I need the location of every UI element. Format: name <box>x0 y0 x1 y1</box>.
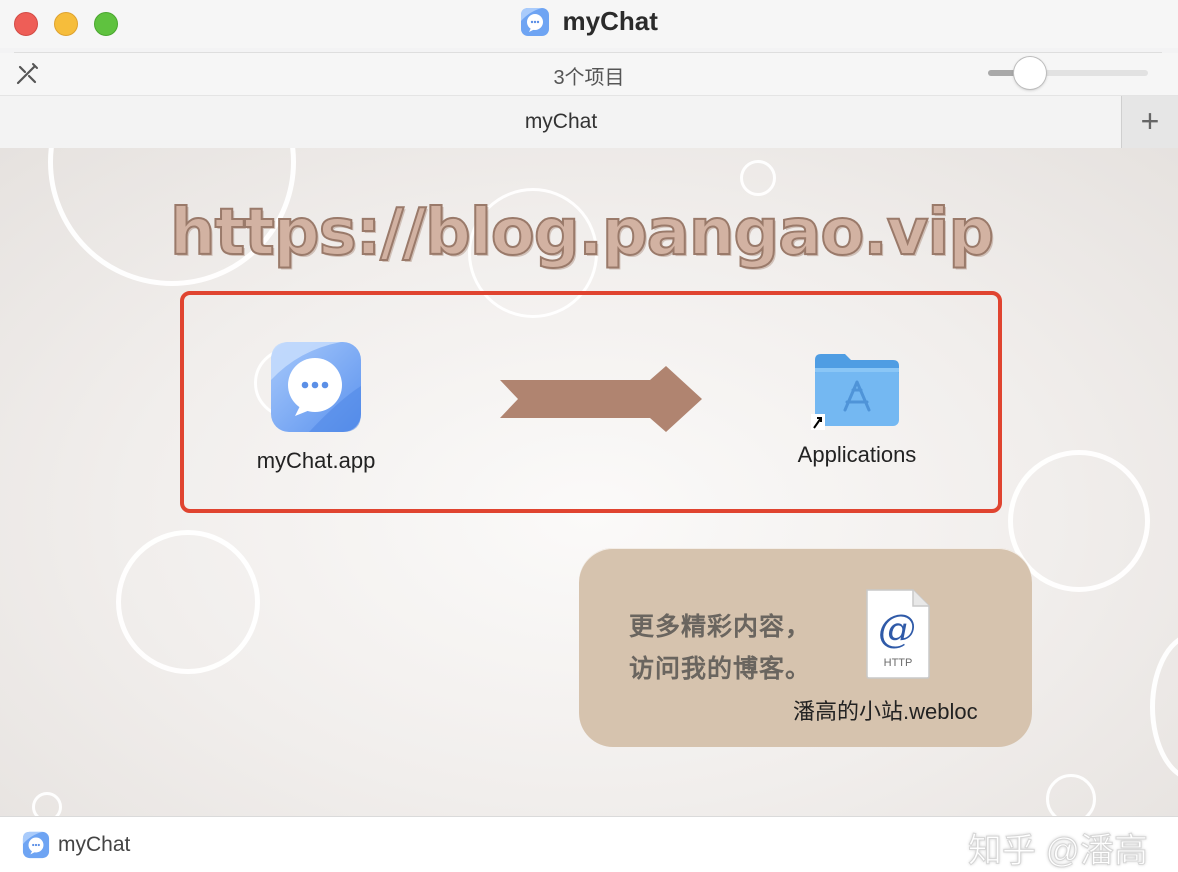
zhihu-watermark: 知乎 @潘高 <box>968 832 1149 871</box>
decor-circle <box>1046 774 1096 816</box>
blog-promo-panel: 更多精彩内容， 访问我的博客。 @ HTTP 潘高的小站.webloc <box>579 548 1032 747</box>
webloc-file-label[interactable]: 潘高的小站.webloc <box>793 694 978 726</box>
mychat-app-item[interactable]: myChat.app <box>236 340 396 474</box>
window-title: myChat <box>562 6 658 36</box>
slider-knob[interactable] <box>1013 57 1046 89</box>
decor-circle <box>32 792 62 816</box>
blog-url-watermark: https://blog.pangao.vip <box>169 195 995 271</box>
decor-circle <box>116 530 260 674</box>
tab-mychat[interactable]: myChat <box>0 96 1122 148</box>
decor-circle <box>1150 632 1178 782</box>
window-title-group: myChat <box>0 6 1178 40</box>
applications-alias-item[interactable]: Applications <box>776 346 938 468</box>
toolbar: 3个项目 <box>0 53 1178 95</box>
mychat-app-icon <box>271 342 361 432</box>
title-bar[interactable]: myChat <box>0 0 1178 48</box>
new-tab-button[interactable]: + <box>1121 96 1178 148</box>
finder-window: myChat 3个项目 myChat + https://blog.pangao… <box>0 0 1178 872</box>
path-bar-label[interactable]: myChat <box>58 833 130 857</box>
promo-text: 更多精彩内容， 访问我的博客。 <box>629 606 811 690</box>
webloc-at-symbol: @ <box>878 607 916 651</box>
mychat-app-label: myChat.app <box>256 448 376 473</box>
promo-line-1: 更多精彩内容， <box>629 613 812 641</box>
icon-size-slider[interactable] <box>986 53 1150 93</box>
webloc-http-caption: HTTP <box>884 657 913 669</box>
promo-line-2: 访问我的博客。 <box>629 655 812 683</box>
status-bar: myChat 知乎 @潘高 <box>0 816 1178 872</box>
webloc-http-icon[interactable]: @ HTTP <box>863 588 933 680</box>
arrow-right-icon <box>500 366 702 432</box>
mychat-app-icon <box>22 831 50 859</box>
mychat-app-icon <box>521 7 550 36</box>
applications-folder-alias-icon <box>811 354 899 430</box>
decor-circle <box>740 160 776 196</box>
tab-bar: myChat + <box>0 95 1178 149</box>
dmg-background: https://blog.pangao.vip myChat.app Appli… <box>0 148 1178 816</box>
applications-label: Applications <box>797 442 917 467</box>
